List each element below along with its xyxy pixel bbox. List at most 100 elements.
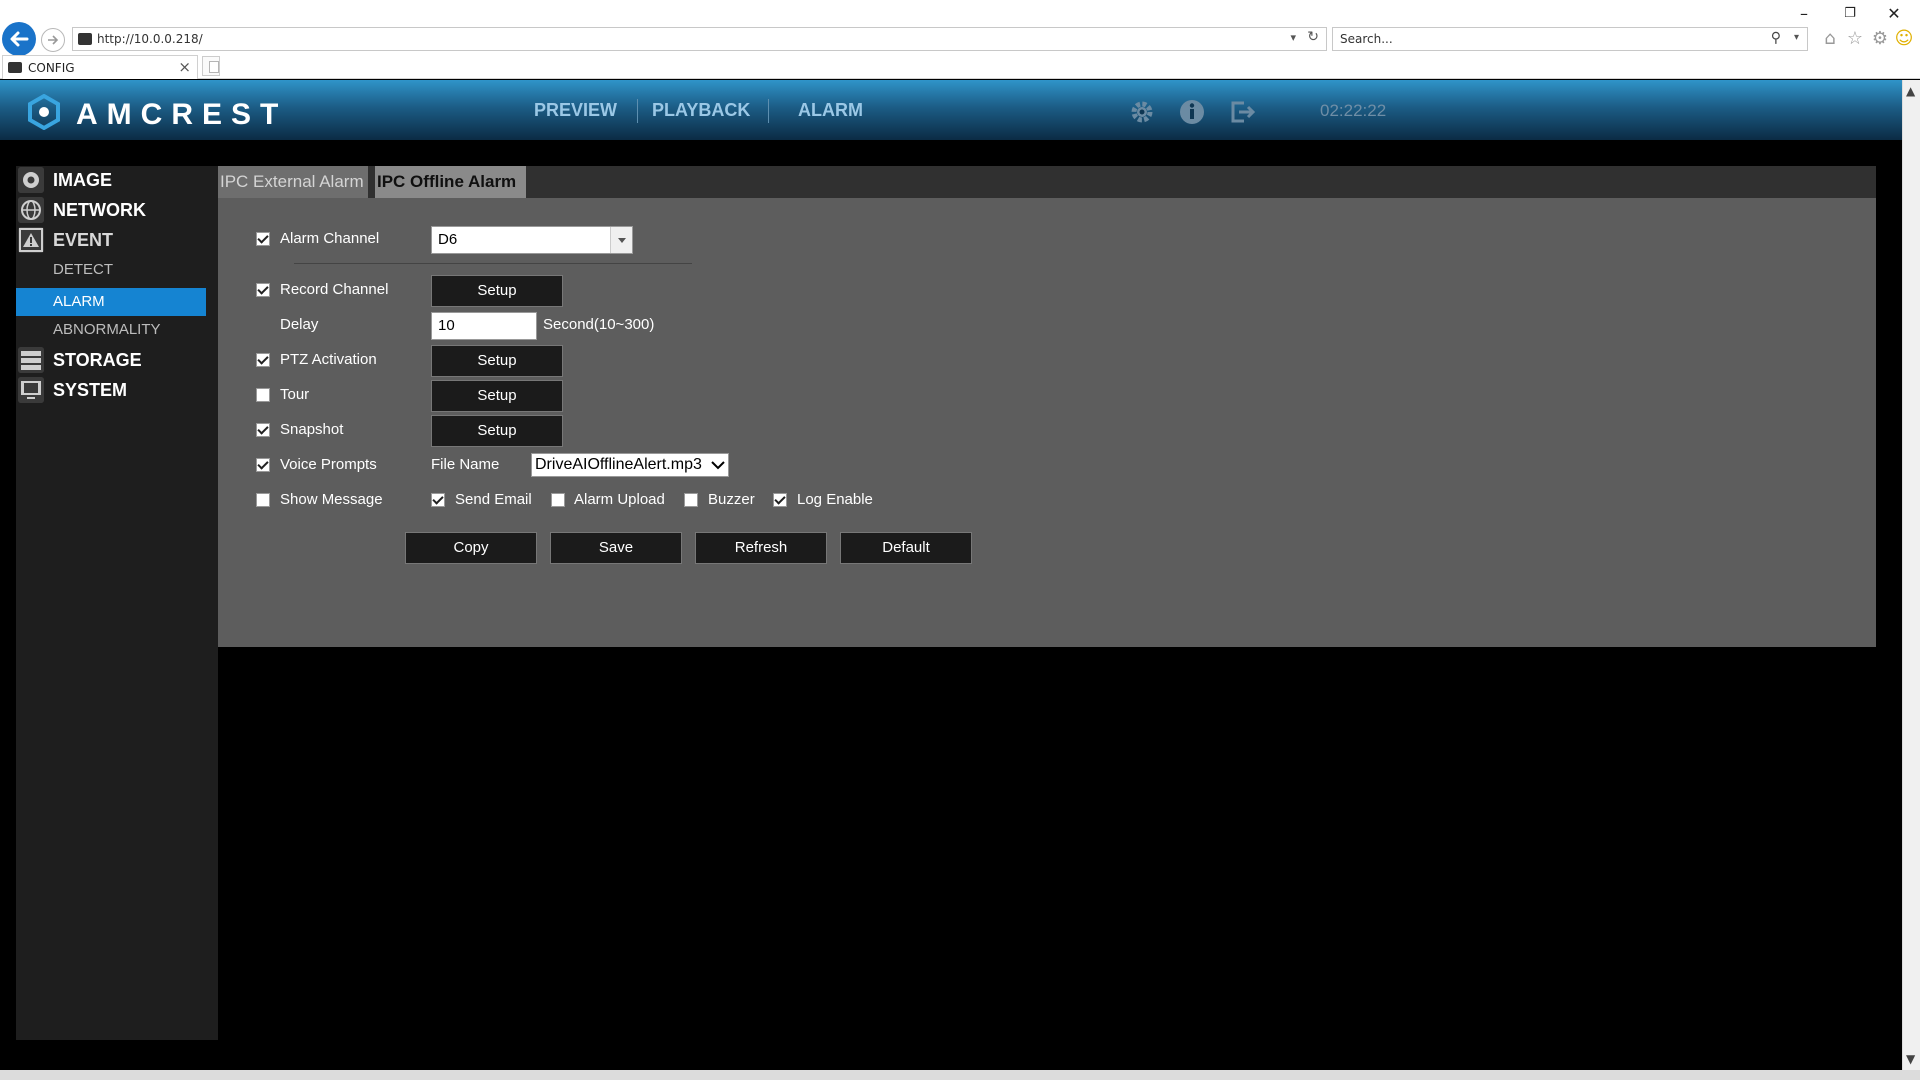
nav-playback[interactable]: PLAYBACK (652, 100, 750, 121)
snapshot-setup-button[interactable]: Setup (431, 415, 563, 447)
scroll-down-icon[interactable]: ▼ (1906, 1052, 1915, 1066)
sidebar-item-network[interactable]: NETWORK (16, 196, 206, 224)
file-name-value: DriveAIOfflineAlert.mp3 (535, 456, 702, 473)
address-dropdown-icon[interactable]: ▾ (1290, 31, 1296, 44)
tab-ipc-offline-alarm[interactable]: IPC Offline Alarm (375, 166, 526, 198)
clock-time: 02:22:22 (1320, 101, 1387, 120)
sidebar-item-storage[interactable]: STORAGE (16, 346, 206, 374)
ptz-activation-setup-button[interactable]: Setup (431, 345, 563, 377)
forward-button[interactable] (41, 28, 65, 52)
logo-text: AMCREST (76, 98, 288, 131)
tour-setup-button[interactable]: Setup (431, 380, 563, 412)
search-icon[interactable]: ⚲ (1771, 30, 1781, 46)
default-button[interactable]: Default (840, 532, 972, 564)
config-panel: IPC External Alarm IPC Offline Alarm Ala… (218, 166, 1876, 647)
copy-button[interactable]: Copy (405, 532, 537, 564)
sidebar-item-event[interactable]: EVENT (16, 226, 206, 254)
buzzer-label: Buzzer (708, 491, 755, 508)
save-button[interactable]: Save (550, 532, 682, 564)
close-window-icon[interactable]: ✕ (1882, 4, 1906, 24)
new-tab-button[interactable] (202, 56, 220, 76)
storage-icon (18, 347, 44, 373)
back-arrow-icon (10, 31, 29, 47)
page-scrollbar[interactable]: ▲ ▼ (1902, 80, 1920, 1070)
send-email-checkbox[interactable] (431, 493, 445, 507)
warning-icon (18, 227, 44, 253)
tab-strip: IPC External Alarm IPC Offline Alarm (218, 166, 1876, 198)
file-name-label: File Name (431, 456, 500, 473)
record-channel-label: Record Channel (280, 281, 389, 298)
minimize-icon[interactable]: – (1792, 4, 1816, 24)
smiley-feedback-icon[interactable]: ☺ (1893, 28, 1915, 50)
sidebar-item-label: DETECT (53, 261, 113, 278)
ptz-activation-label: PTZ Activation (280, 351, 377, 368)
browser-tab-config[interactable]: CONFIG × (2, 55, 198, 79)
alarm-upload-checkbox[interactable] (551, 493, 565, 507)
search-input[interactable]: Search... (1340, 32, 1393, 46)
sidebar-item-detect[interactable]: DETECT (16, 256, 206, 284)
back-button[interactable] (2, 22, 36, 56)
address-bar[interactable]: http://10.0.0.218/ ▾ ↻ (72, 27, 1327, 51)
sidebar-item-image[interactable]: IMAGE (16, 166, 206, 194)
tab-favicon-icon (8, 62, 22, 73)
show-message-label: Show Message (280, 491, 383, 508)
voice-prompts-checkbox[interactable] (256, 458, 270, 472)
voice-prompts-label: Voice Prompts (280, 456, 377, 473)
record-channel-setup-button[interactable]: Setup (431, 275, 563, 307)
refresh-button[interactable]: Refresh (695, 532, 827, 564)
sidebar-item-label: SYSTEM (53, 380, 128, 400)
snapshot-label: Snapshot (280, 421, 344, 438)
chevron-down-icon[interactable] (610, 227, 632, 253)
alarm-channel-checkbox[interactable] (256, 232, 270, 246)
alarm-channel-value: D6 (438, 231, 458, 248)
sidebar-item-system[interactable]: SYSTEM (16, 376, 206, 404)
log-enable-checkbox[interactable] (773, 493, 787, 507)
nav-preview[interactable]: PREVIEW (534, 100, 617, 121)
sidebar-item-label: ABNORMALITY (53, 321, 161, 338)
restore-icon[interactable]: ❐ (1838, 4, 1862, 24)
logout-icon[interactable] (1228, 98, 1256, 126)
delay-unit-label: Second(10~300) (543, 316, 655, 333)
show-message-checkbox[interactable] (256, 493, 270, 507)
tour-label: Tour (280, 386, 310, 403)
sidebar-item-abnormality[interactable]: ABNORMALITY (16, 316, 206, 344)
scroll-up-icon[interactable]: ▲ (1906, 84, 1915, 98)
alarm-channel-select[interactable]: D6 (431, 226, 633, 254)
browser-toolbar: – ❐ ✕ http://10.0.0.218/ ▾ ↻ Search... ⚲… (0, 0, 1920, 56)
buzzer-checkbox[interactable] (684, 493, 698, 507)
alarm-upload-label: Alarm Upload (574, 491, 665, 508)
alarm-channel-label: Alarm Channel (280, 230, 380, 247)
chevron-down-icon[interactable] (710, 457, 726, 473)
tab-close-icon[interactable]: × (178, 58, 191, 76)
app-header: AMCREST PREVIEW PLAYBACK ALARM 02:22:22 (0, 80, 1902, 140)
snapshot-checkbox[interactable] (256, 423, 270, 437)
monitor-icon (18, 377, 44, 403)
record-channel-checkbox[interactable] (256, 283, 270, 297)
tour-checkbox[interactable] (256, 388, 270, 402)
info-icon[interactable] (1178, 98, 1206, 126)
sidebar-item-label: STORAGE (53, 350, 142, 370)
search-box[interactable]: Search... ⚲ ▾ (1332, 27, 1808, 51)
sidebar-item-alarm[interactable]: ALARM (16, 288, 206, 316)
search-dropdown-icon[interactable]: ▾ (1794, 32, 1799, 43)
tools-gear-icon[interactable]: ⚙ (1869, 28, 1891, 50)
sidebar-item-label: NETWORK (53, 200, 146, 220)
settings-icon[interactable] (1128, 98, 1156, 126)
delay-input[interactable]: 10 (431, 312, 537, 340)
sidebar-item-label: ALARM (53, 293, 105, 310)
sidebar-item-label: EVENT (53, 230, 114, 250)
refresh-icon[interactable]: ↻ (1307, 29, 1319, 45)
log-enable-label: Log Enable (797, 491, 873, 508)
ptz-activation-checkbox[interactable] (256, 353, 270, 367)
favorites-star-icon[interactable]: ☆ (1844, 28, 1866, 50)
send-email-label: Send Email (455, 491, 532, 508)
browser-status-strip (0, 1070, 1920, 1080)
nav-alarm[interactable]: ALARM (798, 100, 863, 121)
tab-ipc-external-alarm[interactable]: IPC External Alarm (218, 166, 368, 198)
address-url[interactable]: http://10.0.0.218/ (97, 32, 203, 46)
home-icon[interactable]: ⌂ (1819, 28, 1841, 50)
forward-arrow-icon (48, 35, 59, 45)
sidebar: IMAGE NETWORK EVENT DETECT ALARM ABNORMA… (16, 166, 218, 1040)
file-name-select[interactable]: DriveAIOfflineAlert.mp3 (531, 453, 729, 477)
amcrest-logo: AMCREST (26, 94, 278, 131)
